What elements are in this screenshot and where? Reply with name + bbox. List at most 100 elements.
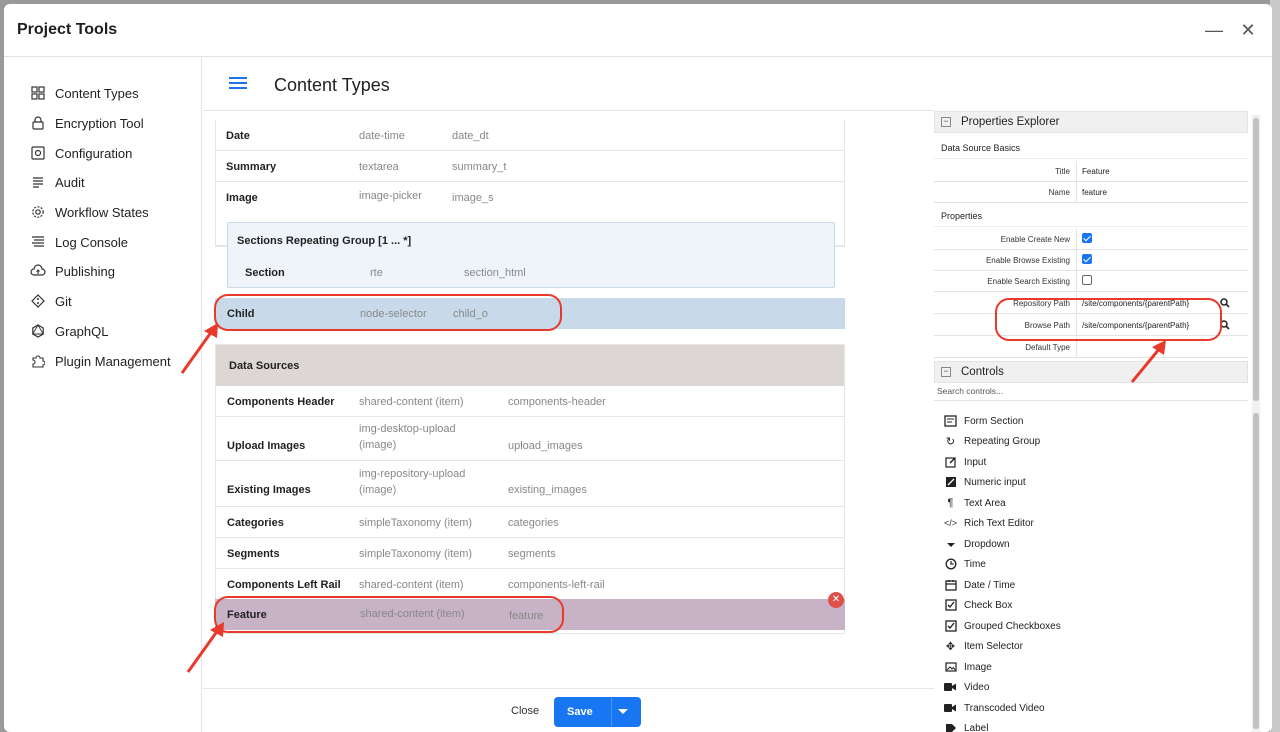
- data-source-row[interactable]: Existing Images img-repository-upload (i…: [216, 461, 844, 507]
- field-name: Summary: [226, 161, 277, 173]
- control-time[interactable]: Time: [944, 555, 986, 573]
- field-row-child[interactable]: Child node-selector child_o: [215, 298, 845, 329]
- name-field[interactable]: feature: [1076, 182, 1248, 202]
- sidebar-item-encryption-tool[interactable]: Encryption Tool: [30, 112, 144, 134]
- hamburger-menu-icon[interactable]: [229, 74, 247, 92]
- data-source-name: Components Header: [227, 396, 335, 408]
- data-source-name: Existing Images: [227, 484, 311, 496]
- prop-label: Enable Browse Existing: [985, 256, 1070, 265]
- sidebar-item-workflow-states[interactable]: Workflow States: [30, 201, 149, 223]
- enable-browse-checkbox[interactable]: [1082, 254, 1092, 264]
- dialog-title-bar: Project Tools — ✕: [4, 4, 1272, 57]
- sidebar-item-publishing[interactable]: Publishing: [30, 260, 115, 282]
- control-label: Item Selector: [964, 640, 1023, 652]
- control-form-section[interactable]: Form Section: [944, 412, 1023, 430]
- prop-label: Browse Path: [1024, 321, 1070, 330]
- data-source-type: shared-content (item): [360, 608, 465, 620]
- field-type: image-picker: [359, 190, 422, 202]
- data-source-id: segments: [508, 548, 556, 560]
- sidebar-item-audit[interactable]: Audit: [30, 171, 85, 193]
- scrollbar-thumb[interactable]: [1253, 413, 1259, 729]
- page-title: Content Types: [274, 75, 390, 95]
- collapse-icon[interactable]: −: [941, 367, 951, 377]
- default-type-field[interactable]: [1076, 337, 1248, 357]
- enable-search-cell: [1076, 271, 1248, 291]
- data-source-id: feature: [509, 610, 544, 622]
- control-image[interactable]: Image: [944, 658, 992, 676]
- search-icon[interactable]: [1219, 319, 1233, 331]
- control-rich-text-editor[interactable]: </> Rich Text Editor: [944, 514, 1034, 532]
- control-label: Repeating Group: [964, 435, 1041, 447]
- search-icon[interactable]: [1219, 297, 1233, 309]
- content-types-icon: [30, 85, 46, 101]
- gear-icon: [30, 204, 46, 220]
- field-name: Image: [226, 192, 258, 204]
- remove-data-source-icon[interactable]: ✕: [828, 592, 844, 608]
- data-source-row[interactable]: Components Header shared-content (item) …: [216, 386, 844, 417]
- enable-search-checkbox[interactable]: [1082, 275, 1092, 285]
- collapse-icon[interactable]: −: [941, 117, 951, 127]
- control-date-time[interactable]: Date / Time: [944, 576, 1015, 594]
- data-source-id: categories: [508, 517, 559, 529]
- data-source-row-feature[interactable]: Feature shared-content (item) feature: [215, 599, 845, 630]
- sidebar-item-plugin-management[interactable]: Plugin Management: [30, 350, 171, 372]
- clock-icon: [944, 558, 957, 571]
- close-button[interactable]: Close: [511, 705, 539, 717]
- field-row-summary[interactable]: Summary textarea summary_t: [216, 151, 844, 182]
- data-source-row[interactable]: Segments simpleTaxonomy (item) segments: [216, 538, 844, 569]
- control-grouped-checkboxes[interactable]: Grouped Checkboxes: [944, 617, 1061, 635]
- prop-row-name: Name feature: [934, 182, 1248, 203]
- control-input[interactable]: Input: [944, 453, 986, 471]
- image-icon: [944, 661, 957, 674]
- control-transcoded-video[interactable]: Transcoded Video: [944, 699, 1045, 717]
- field-id: date_dt: [452, 130, 489, 142]
- sidebar-item-git[interactable]: Git: [30, 290, 72, 312]
- data-source-type-sub: (image): [359, 439, 397, 451]
- cloud-upload-icon: [30, 263, 46, 279]
- sidebar-item-label: Configuration: [55, 145, 133, 161]
- field-type: node-selector: [360, 308, 427, 320]
- controls-header[interactable]: − Controls: [934, 361, 1248, 383]
- label-icon: [944, 722, 957, 732]
- prop-label: Enable Search Existing: [987, 277, 1070, 286]
- control-dropdown[interactable]: Dropdown: [944, 535, 1010, 553]
- sidebar-item-content-types[interactable]: Content Types: [30, 82, 139, 104]
- browse-path-field[interactable]: /site/components/{parentPath}: [1076, 315, 1216, 335]
- close-dialog-icon[interactable]: ✕: [1234, 16, 1262, 44]
- repeating-group[interactable]: Sections Repeating Group [1 ... *] Secti…: [227, 222, 835, 288]
- properties-scrollbar[interactable]: [1252, 115, 1260, 732]
- title-field[interactable]: Feature: [1076, 161, 1248, 181]
- sidebar: Content Types Encryption Tool Configurat…: [4, 57, 202, 732]
- control-check-box[interactable]: Check Box: [944, 596, 1012, 614]
- sidebar-item-graphql[interactable]: GraphQL: [30, 320, 108, 342]
- scrollbar-thumb[interactable]: [1253, 118, 1259, 401]
- control-item-selector[interactable]: ✥ Item Selector: [944, 637, 1023, 655]
- data-source-row[interactable]: Upload Images img-desktop-upload (image)…: [216, 417, 844, 461]
- control-video[interactable]: Video: [944, 678, 989, 696]
- data-source-basics-title: Data Source Basics: [934, 137, 1248, 159]
- enable-create-checkbox[interactable]: [1082, 233, 1092, 243]
- data-source-row[interactable]: Components Left Rail shared-content (ite…: [216, 569, 844, 600]
- repository-path-field[interactable]: /site/components/{parentPath}: [1076, 293, 1216, 313]
- chevron-down-icon[interactable]: [618, 709, 628, 714]
- puzzle-icon: [30, 353, 46, 369]
- control-label-item[interactable]: Label: [944, 719, 988, 732]
- data-sources-section: Data Sources Components Header shared-co…: [215, 344, 845, 634]
- data-source-row[interactable]: Categories simpleTaxonomy (item) categor…: [216, 507, 844, 538]
- control-repeating-group[interactable]: ↻ Repeating Group: [944, 432, 1040, 450]
- sidebar-item-log-console[interactable]: Log Console: [30, 231, 128, 253]
- field-row-date[interactable]: Date date-time date_dt: [216, 120, 844, 151]
- project-tools-dialog: Project Tools — ✕ Content Types Encrypti…: [4, 4, 1272, 732]
- control-text-area[interactable]: ¶ Text Area: [944, 494, 1006, 512]
- properties-explorer-header[interactable]: − Properties Explorer: [934, 111, 1248, 133]
- control-numeric-input[interactable]: Numeric input: [944, 473, 1026, 491]
- search-controls-input[interactable]: Search controls...: [934, 383, 1248, 401]
- data-source-id: components-header: [508, 396, 606, 408]
- sidebar-item-configuration[interactable]: Configuration: [30, 142, 132, 164]
- graphql-icon: [30, 323, 46, 339]
- repeating-group-title: Sections Repeating Group [1 ... *]: [237, 235, 412, 247]
- minimize-button[interactable]: —: [1200, 16, 1228, 44]
- data-source-name: Components Left Rail: [227, 579, 341, 591]
- field-name: Date: [226, 130, 250, 142]
- save-button[interactable]: Save: [554, 697, 641, 727]
